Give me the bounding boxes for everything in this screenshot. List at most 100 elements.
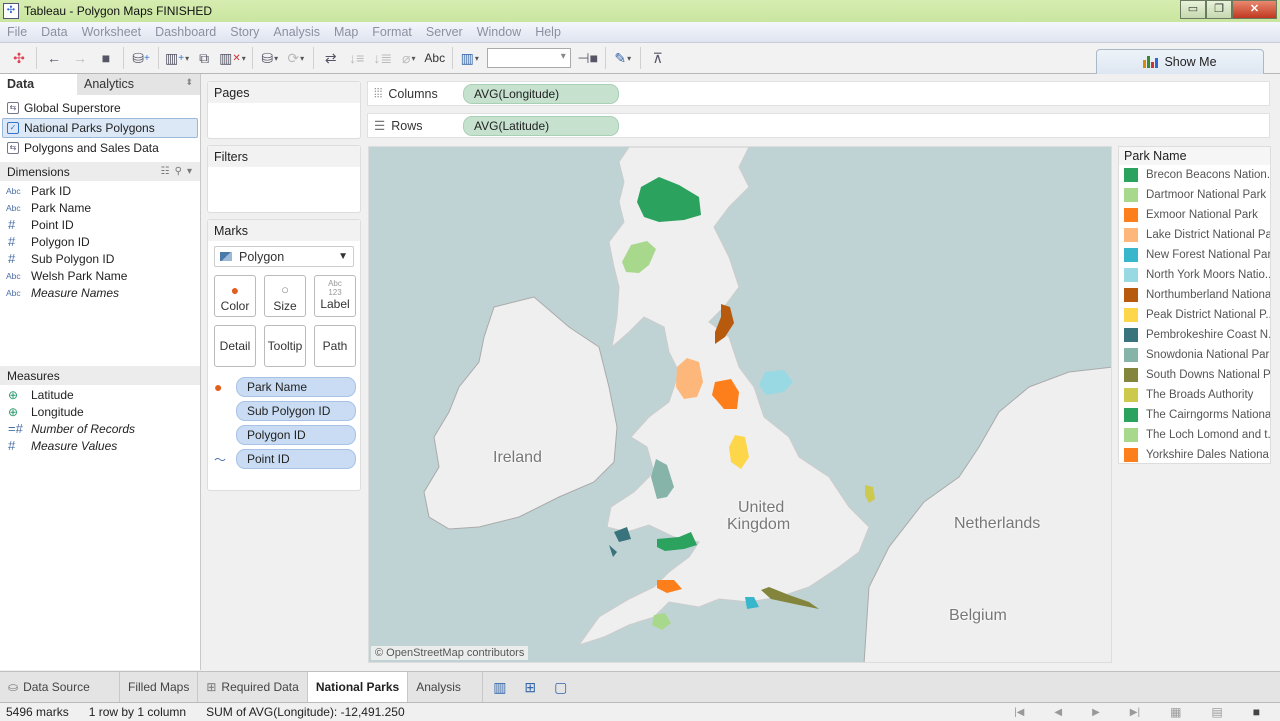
show-me-button[interactable]: Show Me <box>1096 49 1264 74</box>
pill-point-id[interactable]: Point ID <box>236 449 356 469</box>
tabs-view-icon[interactable]: ■ <box>1253 705 1260 719</box>
legend-item[interactable]: Yorkshire Dales Nationa.. <box>1119 445 1270 465</box>
legend-item[interactable]: Northumberland Nationa.. <box>1119 285 1270 305</box>
field-measure-names[interactable]: Abc Measure Names <box>0 284 200 301</box>
pill-sub-polygon-id[interactable]: Sub Polygon ID <box>236 401 356 421</box>
legend-item[interactable]: Lake District National Pa.. <box>1119 225 1270 245</box>
field-measure-values[interactable]: # Measure Values <box>0 437 200 454</box>
map-view[interactable]: Ireland United Kingdom Netherlands Belgi… <box>368 146 1112 663</box>
redo-icon[interactable]: → <box>69 47 91 69</box>
legend-item[interactable]: South Downs National P.. <box>1119 365 1270 385</box>
columns-shelf[interactable]: ⦙⦙⦙ Columns AVG(Longitude) <box>367 81 1270 106</box>
next-sheet-icon[interactable]: ▶ <box>1092 707 1100 718</box>
legend-item[interactable]: Pembrokeshire Coast N.. <box>1119 325 1270 345</box>
menu-file[interactable]: File <box>0 25 34 39</box>
close-button[interactable]: ✕ <box>1232 0 1277 19</box>
pill-park-name[interactable]: Park Name <box>236 377 356 397</box>
tab-analysis[interactable]: Analysis <box>408 672 484 702</box>
tab-data[interactable]: Data <box>0 74 77 95</box>
show-labels-button[interactable]: Abc <box>424 47 446 69</box>
pane-menu-icon[interactable]: ⬍ <box>185 77 193 92</box>
group-icon[interactable]: ⌀ ▾ <box>398 47 420 69</box>
search-icon[interactable]: ⚲ <box>175 166 182 177</box>
menu-window[interactable]: Window <box>470 25 528 39</box>
field-longitude[interactable]: ⊕ Longitude <box>0 403 200 420</box>
mark-type-dropdown[interactable]: Polygon ▼ <box>214 246 354 267</box>
dropdown-icon[interactable]: ▾ <box>187 166 192 177</box>
legend-item[interactable]: Exmoor National Park <box>1119 205 1270 225</box>
field-latitude[interactable]: ⊕ Latitude <box>0 386 200 403</box>
menu-help[interactable]: Help <box>528 25 568 39</box>
save-icon[interactable]: ■ <box>95 47 117 69</box>
pages-card[interactable]: Pages <box>207 81 361 139</box>
field-welsh-park-name[interactable]: Abc Welsh Park Name <box>0 267 200 284</box>
legend-item[interactable]: Dartmoor National Park <box>1119 185 1270 205</box>
legend-item[interactable]: Brecon Beacons Nation.. <box>1119 165 1270 185</box>
refresh-icon[interactable]: ⟳ ▾ <box>285 47 307 69</box>
legend-item[interactable]: Peak District National P.. <box>1119 305 1270 325</box>
new-worksheet-icon[interactable]: ▥ + ▾ <box>165 47 189 69</box>
data-source-national-parks-polygons[interactable]: ✓ National Parks Polygons <box>2 118 198 138</box>
restore-button[interactable]: ❐ <box>1206 0 1232 19</box>
new-dashboard-icon[interactable]: ⊞ <box>524 679 536 696</box>
legend-item[interactable]: The Loch Lomond and t.. <box>1119 425 1270 445</box>
menu-story[interactable]: Story <box>223 25 266 39</box>
data-source-global-superstore[interactable]: ⇆ Global Superstore <box>0 98 200 118</box>
menu-server[interactable]: Server <box>419 25 470 39</box>
view-list-icon[interactable]: ☷ <box>161 166 170 177</box>
field-sub-polygon-id[interactable]: # Sub Polygon ID <box>0 250 200 267</box>
legend-item[interactable]: The Broads Authority <box>1119 385 1270 405</box>
duplicate-sheet-icon[interactable]: ⧉ <box>193 47 215 69</box>
legend-item[interactable]: North York Moors Natio.. <box>1119 265 1270 285</box>
pill-avg-longitude[interactable]: AVG(Longitude) <box>463 83 619 104</box>
filmstrip-icon[interactable]: ▤ <box>1211 705 1222 719</box>
map-attribution[interactable]: © OpenStreetMap contributors <box>371 646 529 660</box>
menu-worksheet[interactable]: Worksheet <box>75 25 149 39</box>
pill-avg-latitude[interactable]: AVG(Latitude) <box>463 115 619 136</box>
field-park-id[interactable]: Abc Park ID <box>0 182 200 199</box>
last-sheet-icon[interactable]: ▶| <box>1130 707 1140 718</box>
rows-shelf[interactable]: ☰ Rows AVG(Latitude) <box>367 113 1270 138</box>
first-sheet-icon[interactable]: |◀ <box>1014 707 1024 718</box>
pause-updates-icon[interactable]: ⛁ ▾ <box>259 47 281 69</box>
legend-item[interactable]: New Forest National Park <box>1119 245 1270 265</box>
presentation-mode-icon[interactable]: ⊼ <box>647 47 669 69</box>
detail-button[interactable]: Detail <box>214 325 256 367</box>
tab-national-parks[interactable]: National Parks <box>307 672 409 702</box>
undo-icon[interactable]: ← <box>43 47 65 69</box>
fix-axes-icon[interactable]: ⊣■ <box>577 47 599 69</box>
data-source-polygons-and-sales[interactable]: ⇆ Polygons and Sales Data <box>0 138 200 158</box>
tooltip-button[interactable]: Tooltip <box>264 325 306 367</box>
tab-data-source[interactable]: ⛀ Data Source <box>0 672 120 702</box>
field-park-name[interactable]: Abc Park Name <box>0 199 200 216</box>
label-button[interactable]: Abc 123 Label <box>314 275 356 317</box>
tab-filled-maps[interactable]: Filled Maps <box>120 672 199 702</box>
field-number-of-records[interactable]: =# Number of Records <box>0 420 200 437</box>
legend-item[interactable]: Snowdonia National Park <box>1119 345 1270 365</box>
highlight-icon[interactable]: ✎ ▾ <box>612 47 634 69</box>
new-story-icon[interactable]: ▢ <box>554 679 567 696</box>
menu-format[interactable]: Format <box>365 25 419 39</box>
tab-required-data[interactable]: ⊞ Required Data <box>198 672 308 702</box>
new-data-source-icon[interactable]: ⛁ + <box>130 47 152 69</box>
fit-dropdown[interactable] <box>486 48 571 68</box>
menu-data[interactable]: Data <box>34 25 74 39</box>
field-polygon-id[interactable]: # Polygon ID <box>0 233 200 250</box>
pill-polygon-id[interactable]: Polygon ID <box>236 425 356 445</box>
menu-map[interactable]: Map <box>327 25 365 39</box>
sort-descending-icon[interactable]: ↓≣ <box>372 47 394 69</box>
swap-icon[interactable]: ⇄ <box>320 47 342 69</box>
prev-sheet-icon[interactable]: ◀ <box>1054 707 1062 718</box>
sort-ascending-icon[interactable]: ↓≡ <box>346 47 368 69</box>
clear-sheet-icon[interactable]: ▥ ✕ ▾ <box>219 47 246 69</box>
new-worksheet-icon[interactable]: ▥ <box>493 679 506 696</box>
view-size-icon[interactable]: ▥ ▾ <box>459 47 481 69</box>
path-button[interactable]: Path <box>314 325 356 367</box>
field-point-id[interactable]: # Point ID <box>0 216 200 233</box>
minimize-button[interactable]: ▭ <box>1180 0 1206 19</box>
filters-card[interactable]: Filters <box>207 145 361 213</box>
menu-dashboard[interactable]: Dashboard <box>148 25 223 39</box>
tableau-home-icon[interactable]: ✣ <box>8 47 30 69</box>
size-button[interactable]: ○ Size <box>264 275 306 317</box>
tab-analytics[interactable]: Analytics ⬍ <box>77 74 200 95</box>
